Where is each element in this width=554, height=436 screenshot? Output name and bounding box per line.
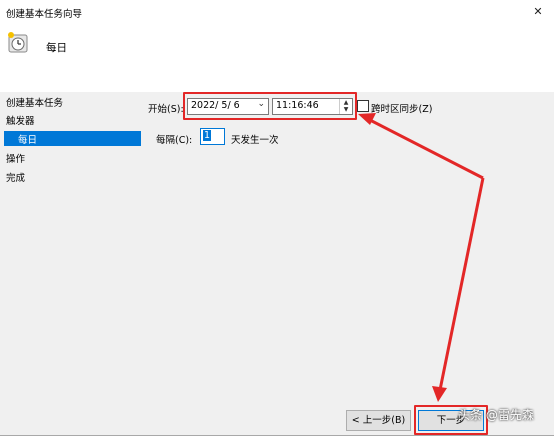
close-icon[interactable]: ✕: [526, 3, 550, 20]
back-button[interactable]: < 上一步(B): [346, 410, 411, 431]
page-title: 每日: [46, 42, 67, 54]
sidebar-item-label: 每日: [18, 135, 38, 146]
sidebar-item-action[interactable]: 操作: [6, 151, 25, 165]
recur-days-value: 1: [203, 130, 212, 141]
title-bar: 创建基本任务向导 ✕: [0, 0, 554, 24]
sidebar-item-trigger[interactable]: 触发器: [6, 113, 35, 127]
watermark: 头条 @雷先森: [458, 408, 534, 422]
sync-timezones-label[interactable]: 跨时区同步(Z): [371, 101, 432, 115]
sidebar-item-daily[interactable]: 每日: [4, 131, 141, 146]
sidebar-item-finish[interactable]: 完成: [6, 170, 25, 184]
recur-days-input[interactable]: 1: [200, 128, 225, 145]
wizard-steps-sidebar: 创建基本任务 触发器 每日 操作 完成: [0, 92, 144, 435]
sidebar-item-create-basic-task[interactable]: 创建基本任务: [6, 95, 63, 109]
start-label: 开始(S):: [148, 104, 184, 115]
annotation-highlight-datetime: [183, 92, 357, 120]
recur-suffix: 天发生一次: [231, 135, 279, 146]
sync-timezones-checkbox[interactable]: [357, 100, 369, 112]
scheduled-task-icon: [8, 32, 28, 53]
window-title: 创建基本任务向导: [6, 9, 83, 20]
wizard-header: 每日: [0, 24, 554, 93]
recur-label: 每隔(C):: [156, 135, 193, 146]
